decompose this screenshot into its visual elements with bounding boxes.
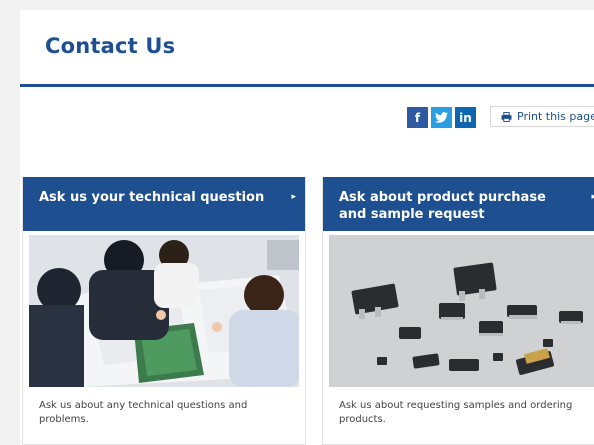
linkedin-share-button[interactable]: in bbox=[455, 107, 476, 128]
card-heading-text: Ask us your technical question bbox=[39, 190, 265, 205]
card-heading-text: Ask about product purchase and sample re… bbox=[339, 190, 546, 222]
twitter-share-button[interactable] bbox=[431, 107, 452, 128]
card-description: Ask us about any technical questions and… bbox=[39, 400, 248, 425]
print-page-button[interactable]: Print this page bbox=[490, 106, 594, 127]
facebook-share-button[interactable]: f bbox=[407, 107, 428, 128]
chip-components-illustration bbox=[329, 235, 594, 387]
purchase-sample-card[interactable]: Ask about product purchase and sample re… bbox=[322, 177, 594, 445]
semiconductor-products-image[interactable] bbox=[329, 235, 594, 387]
print-page-label: Print this page bbox=[517, 110, 594, 123]
engineers-illustration bbox=[29, 235, 299, 387]
technical-question-card[interactable]: Ask us your technical question ▸ Ask us … bbox=[22, 177, 306, 445]
twitter-icon bbox=[435, 112, 448, 123]
share-buttons: f in bbox=[407, 107, 476, 128]
facebook-icon: f bbox=[414, 110, 421, 125]
linkedin-icon: in bbox=[459, 110, 472, 125]
technical-question-heading[interactable]: Ask us your technical question ▸ bbox=[23, 177, 305, 231]
printer-icon bbox=[501, 111, 512, 122]
purchase-sample-heading[interactable]: Ask about product purchase and sample re… bbox=[323, 177, 594, 231]
page-title: Contact Us bbox=[45, 34, 176, 58]
card-description: Ask us about requesting samples and orde… bbox=[339, 400, 573, 425]
title-divider bbox=[20, 84, 594, 87]
engineers-meeting-image[interactable] bbox=[29, 235, 299, 387]
chevron-right-icon: ▸ bbox=[291, 192, 296, 202]
content-panel: Contact Us f in Print this page Ask us y… bbox=[20, 10, 594, 445]
